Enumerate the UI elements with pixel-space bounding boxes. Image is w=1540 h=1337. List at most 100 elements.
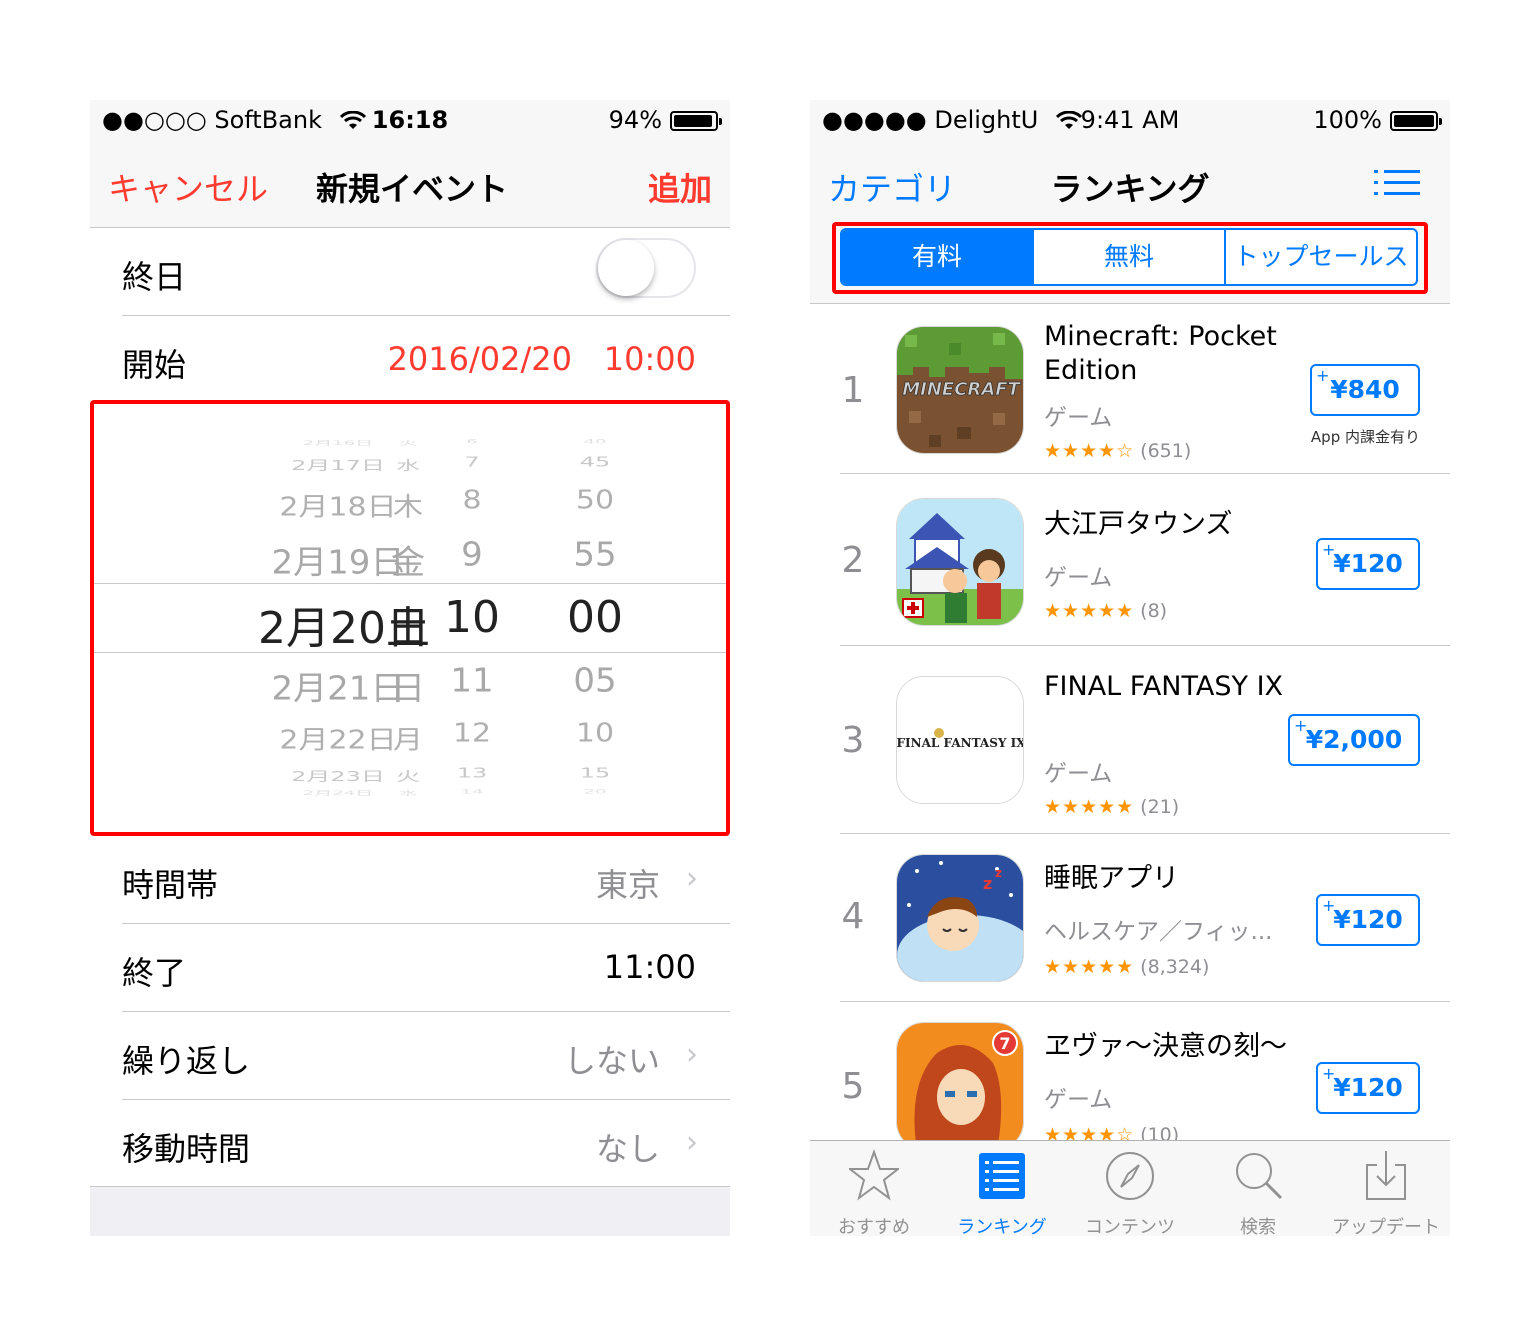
- add-button[interactable]: 追加: [648, 164, 712, 210]
- tab-search[interactable]: 検索: [1194, 1141, 1322, 1236]
- calendar-new-event-screen: ●●○○○ SoftBank 16:18 94% キャンセル 新規イベント 追加…: [90, 100, 730, 1236]
- chevron-right-icon: ›: [686, 1125, 698, 1160]
- rating-count: (651): [1140, 440, 1192, 462]
- app-category: ゲーム: [1044, 761, 1113, 787]
- download-icon: [1366, 1151, 1406, 1200]
- minecraft-logo-text: MINECRAFT: [902, 379, 1021, 400]
- app-list-item[interactable]: 2 大江戸タウンズ ゲーム ★★★★★ (8) + ¥120: [840, 478, 1450, 646]
- tab-bar: おすすめ ランキング コンテンツ 検索 アップデート: [810, 1140, 1450, 1236]
- plus-icon: +: [1294, 716, 1308, 735]
- app-category: ゲーム: [1044, 405, 1113, 431]
- date-time-picker[interactable]: 2月16日火 6 40 2月17日水 7 45 2月18日木 8 50 2月19日金 9 55 2月20…: [90, 400, 730, 836]
- rating-stars: ★★★★★ (21): [1044, 796, 1179, 818]
- final-fantasy-app-icon[interactable]: FINAL FANTASY IX: [896, 676, 1024, 804]
- stars: ★★★★★: [1044, 600, 1135, 622]
- app-list-item[interactable]: 4 z z 睡眠アプリ ヘルスケア／フィッ... ★★★★★ (8,324) + ¥…: [840, 834, 1450, 1002]
- start-date[interactable]: 2016/02/20: [388, 340, 572, 378]
- picker-row[interactable]: 2月18日木 8 50: [90, 485, 730, 523]
- grouped-background: [90, 1186, 730, 1236]
- price-button[interactable]: + ¥120: [1316, 538, 1420, 590]
- status-bar: ●●●●● DelightU 9:41 AM 100%: [810, 100, 1450, 140]
- navigation-bar: ●●○○○ SoftBank 16:18 94% キャンセル 新規イベント 追加: [90, 100, 730, 228]
- app-category: ヘルスケア／フィッ...: [1044, 919, 1273, 945]
- stars: ★★★★☆: [1044, 440, 1135, 462]
- repeat-row[interactable]: 繰り返し しない ›: [90, 1012, 730, 1100]
- tab-explore[interactable]: コンテンツ: [1066, 1141, 1194, 1236]
- start-label: 開始: [122, 346, 187, 384]
- travel-time-value: なし: [595, 1130, 660, 1168]
- travel-time-row[interactable]: 移動時間 なし ›: [90, 1100, 730, 1188]
- rating-stars: ★★★★★ (8): [1044, 600, 1167, 622]
- chevron-right-icon: ›: [686, 861, 698, 896]
- app-store-ranking-screen: ●●●●● DelightU 9:41 AM 100% カテゴリ ランキング 有…: [810, 100, 1450, 1236]
- list-icon[interactable]: [1374, 168, 1420, 198]
- price-segmented-control[interactable]: 有料 無料 トップセールス: [840, 228, 1418, 286]
- picker-min: 05: [573, 661, 617, 701]
- start-time[interactable]: 10:00: [604, 340, 696, 378]
- timezone-value: 東京: [595, 866, 660, 904]
- picker-min: 50: [575, 485, 615, 516]
- tab-ranking[interactable]: ランキング: [938, 1141, 1066, 1236]
- price-button[interactable]: + ¥2,000: [1288, 714, 1420, 766]
- compass-icon: [1106, 1152, 1154, 1200]
- tab-updates[interactable]: アップデート: [1322, 1141, 1450, 1236]
- all-day-toggle[interactable]: [596, 238, 696, 298]
- picker-row[interactable]: 2月21日日 11 05: [90, 661, 730, 708]
- segment-free[interactable]: 無料: [1034, 230, 1226, 284]
- navigation-bar: ●●●●● DelightU 9:41 AM 100% カテゴリ ランキング 有…: [810, 100, 1450, 304]
- picker-min: 00: [567, 591, 623, 643]
- ranking-list-icon: [979, 1153, 1025, 1199]
- picker-row[interactable]: 2月22日月 12 10: [90, 719, 730, 756]
- picker-row[interactable]: 2月19日金 9 55: [90, 535, 730, 582]
- battery-icon: [1390, 111, 1442, 131]
- oedo-towns-app-icon[interactable]: [896, 498, 1024, 626]
- app-category: ゲーム: [1044, 1087, 1113, 1113]
- end-row[interactable]: 終了 11:00: [90, 924, 730, 1012]
- price-label: ¥120: [1333, 549, 1403, 578]
- app-name: Minecraft: Pocket Edition: [1044, 321, 1277, 386]
- sleep-app-icon[interactable]: z z: [896, 854, 1024, 982]
- tab-label: おすすめ: [838, 1217, 910, 1236]
- evangelion-app-icon[interactable]: 7: [896, 1022, 1024, 1150]
- plus-icon: +: [1322, 896, 1336, 915]
- price-label: ¥120: [1333, 1073, 1403, 1102]
- picker-row[interactable]: 2月16日火 6 40: [90, 438, 730, 447]
- rating-count: (8,324): [1140, 956, 1210, 978]
- picker-min: 40: [583, 438, 607, 446]
- toggle-knob: [598, 240, 654, 296]
- search-icon: [1236, 1153, 1283, 1200]
- cancel-button[interactable]: キャンセル: [108, 164, 268, 210]
- plus-icon: +: [1322, 1064, 1336, 1083]
- timezone-label: 時間帯: [122, 866, 219, 904]
- repeat-label: 繰り返し: [122, 1042, 251, 1080]
- timezone-row[interactable]: 時間帯 東京 ›: [90, 836, 730, 924]
- tab-featured[interactable]: おすすめ: [810, 1141, 938, 1236]
- rating-stars: ★★★★★ (8,324): [1044, 956, 1209, 978]
- app-list-item[interactable]: 1 MINECRAFT Minecraft: Pocket Edition ゲー…: [840, 306, 1450, 474]
- tab-label: アップデート: [1332, 1217, 1440, 1236]
- picker-min: 15: [579, 765, 611, 781]
- picker-selected-row[interactable]: 2月20日土 10 00: [90, 591, 730, 654]
- rank-number: 4: [841, 896, 865, 937]
- price-button[interactable]: + ¥120: [1316, 894, 1420, 946]
- picker-min: 55: [573, 535, 617, 575]
- plus-icon: +: [1316, 366, 1330, 385]
- segment-paid[interactable]: 有料: [842, 230, 1034, 284]
- app-list-item[interactable]: 3 FINAL FANTASY IX FINAL FANTASY IX ゲーム …: [840, 646, 1450, 834]
- app-name: 大江戸タウンズ: [1044, 509, 1233, 540]
- app-list-item[interactable]: 5 7 ヱヴァ～決意の刻～ ゲーム ★★★★☆ (10) + ¥120: [840, 1002, 1450, 1150]
- price-button[interactable]: + ¥120: [1316, 1062, 1420, 1114]
- start-row[interactable]: 開始 2016/02/20 10:00: [90, 316, 730, 404]
- app-name: 睡眠アプリ: [1044, 863, 1179, 894]
- price-button[interactable]: + ¥840: [1310, 364, 1420, 416]
- picker-row[interactable]: 2月17日水 7 45: [90, 454, 730, 473]
- chevron-right-icon: ›: [686, 1037, 698, 1072]
- battery-percent: 100%: [1313, 106, 1382, 134]
- repeat-value: しない: [563, 1042, 660, 1080]
- segment-top-grossing[interactable]: トップセールス: [1226, 230, 1416, 284]
- minecraft-app-icon[interactable]: MINECRAFT: [896, 326, 1024, 454]
- picker-row[interactable]: 2月23日火 13 15: [90, 765, 730, 784]
- picker-row[interactable]: 2月24日水 14 20: [90, 788, 730, 797]
- rank-number: 3: [841, 720, 865, 761]
- app-category: ゲーム: [1044, 565, 1113, 591]
